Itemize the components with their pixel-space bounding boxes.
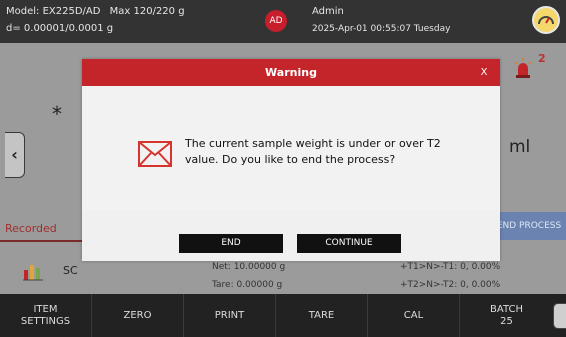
chart-icon [22, 260, 44, 282]
end-process-button[interactable]: END PROCESS [492, 212, 566, 240]
batch-button[interactable]: BATCH 25 [460, 294, 553, 337]
top-bar: Model: EX225D/AD Max 120/220 g d= 0.0000… [0, 0, 566, 43]
dialog-message-line-1: The current sample weight is under or ov… [185, 137, 441, 150]
alarm-icon[interactable] [512, 57, 534, 79]
end-button[interactable]: END [179, 234, 283, 253]
t2-limit-text: +T2>N>-T2: 0, 0.00% [400, 280, 501, 290]
alarm-count: 2 [538, 52, 546, 65]
button-label: BATCH [490, 304, 523, 315]
button-label: ZERO [123, 309, 152, 321]
tare-weight-text: Tare: 0.00000 g [212, 280, 283, 290]
gauge-icon[interactable] [532, 6, 560, 34]
button-label: PRINT [214, 309, 245, 321]
zero-button[interactable]: ZERO [92, 294, 184, 337]
resolution-text: d= 0.00001/0.0001 g [6, 23, 114, 34]
avatar[interactable]: AD [265, 10, 287, 32]
button-label: SETTINGS [20, 315, 71, 327]
dialog-title: Warning [265, 66, 317, 79]
button-label: TARE [308, 309, 335, 321]
mail-icon [138, 141, 172, 167]
stability-indicator: * [52, 102, 62, 126]
button-label: ITEM [33, 304, 58, 315]
model-info: Model: EX225D/AD Max 120/220 g [6, 6, 191, 17]
recorded-label[interactable]: Recorded [5, 222, 57, 235]
warning-dialog: Warning X The current sample weight is u… [82, 59, 500, 261]
max-text: Max 120/220 g [109, 6, 185, 17]
t1-limit-text: +T1>N>-T1: 0, 0.00% [400, 262, 501, 272]
cal-button[interactable]: CAL [368, 294, 460, 337]
model-text: Model: EX225D/AD [6, 6, 101, 17]
unit-label: ml [509, 137, 531, 157]
sample-name: SC [63, 264, 78, 277]
chevron-right-icon[interactable] [553, 303, 566, 329]
datetime: 2025-Apr-01 00:55:07 Tuesday [312, 24, 451, 34]
net-weight-text: Net: 10.00000 g [212, 262, 286, 272]
button-label: 25 [500, 315, 513, 327]
item-settings-button[interactable]: ITEM SETTINGS [0, 294, 92, 337]
chevron-left-icon[interactable]: ‹ [5, 132, 25, 178]
close-button[interactable]: X [474, 59, 494, 86]
dialog-message-line-2: value. Do you like to end the process? [185, 153, 396, 166]
dialog-footer [82, 210, 500, 261]
continue-button[interactable]: CONTINUE [297, 234, 401, 253]
tare-button[interactable]: TARE [276, 294, 368, 337]
button-label: CAL [403, 309, 424, 321]
recorded-underline [0, 240, 82, 242]
print-button[interactable]: PRINT [184, 294, 276, 337]
bottom-toolbar: ITEM SETTINGS ZERO PRINT TARE CAL BATCH 25 [0, 294, 566, 337]
user-name: Admin [312, 6, 344, 17]
